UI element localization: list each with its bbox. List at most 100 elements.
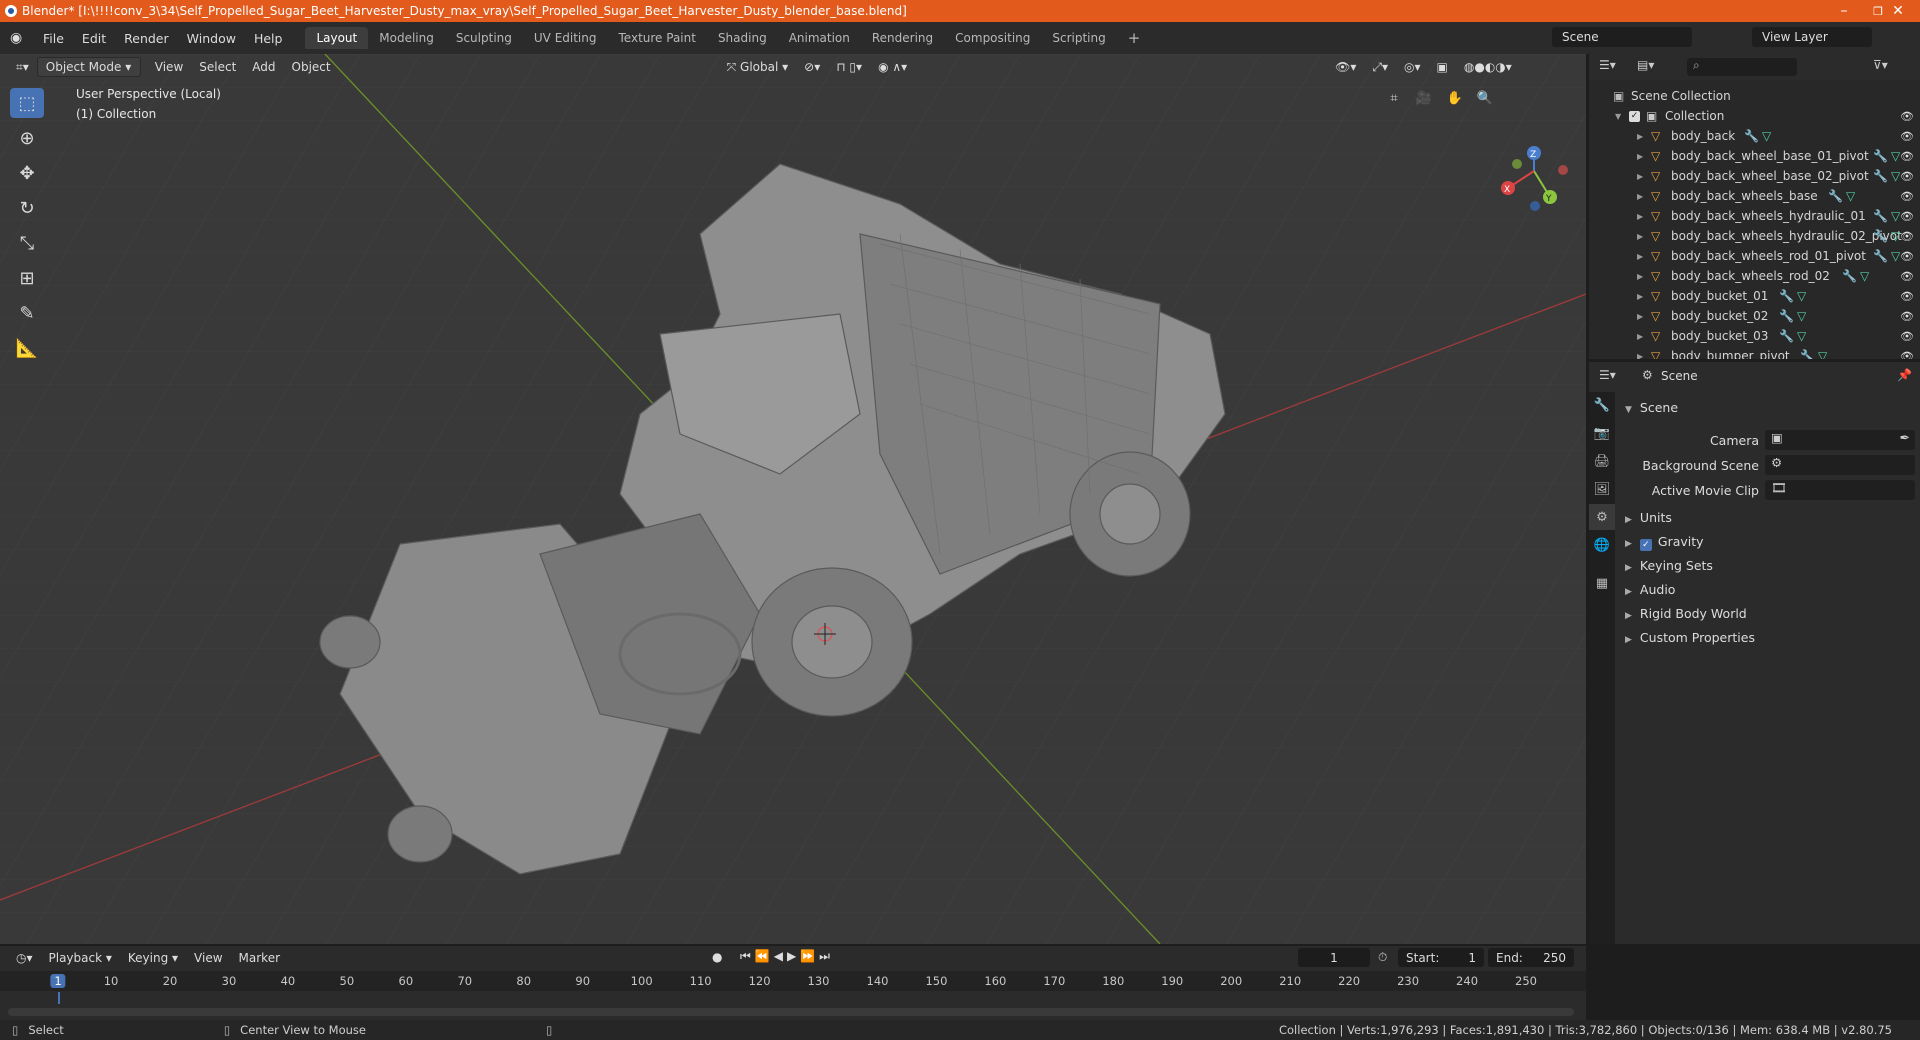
texture-tab-icon[interactable]: ▦ bbox=[1589, 570, 1615, 596]
modifier-icon[interactable]: 🔧 bbox=[1873, 209, 1888, 223]
mesh-data-icon[interactable]: ▽ bbox=[1891, 209, 1900, 223]
zoom-icon[interactable]: 🔍 bbox=[1473, 86, 1497, 110]
expand-arrow-icon[interactable]: ▶ bbox=[1637, 252, 1643, 261]
mesh-data-icon[interactable]: ▽ bbox=[1860, 269, 1869, 283]
expand-arrow-icon[interactable]: ▶ bbox=[1637, 192, 1643, 201]
timeline-scrollbar[interactable] bbox=[8, 1008, 1574, 1016]
output-tab-icon[interactable]: 🖨 bbox=[1589, 448, 1615, 474]
eye-icon[interactable]: 👁 bbox=[1900, 110, 1914, 123]
menu-marker[interactable]: Marker bbox=[231, 948, 288, 968]
gravity-checkbox[interactable]: ✓ bbox=[1639, 539, 1652, 551]
modifier-icon[interactable]: 🔧 bbox=[1779, 309, 1794, 323]
expand-arrow-icon[interactable]: ▶ bbox=[1637, 132, 1643, 141]
select-box-tool-icon[interactable]: ⬚ bbox=[10, 88, 44, 118]
expand-arrow-icon[interactable]: ▶ bbox=[1637, 332, 1643, 341]
eye-icon[interactable]: 👁 bbox=[1900, 130, 1914, 143]
mode-dropdown[interactable]: Object Mode ▾ bbox=[36, 57, 141, 77]
modifier-icon[interactable]: 🔧 bbox=[1873, 169, 1888, 183]
view-layer-selector[interactable]: View Layer bbox=[1752, 27, 1872, 47]
modifier-icon[interactable]: 🔧 bbox=[1842, 269, 1857, 283]
outliner-item[interactable]: ▶ ▽ body_back_wheels_hydraulic_02_pivot 🔧 ▽ 👁 bbox=[1589, 226, 1920, 246]
eye-icon[interactable]: 👁 bbox=[1900, 270, 1914, 283]
menu-add[interactable]: Add bbox=[244, 57, 283, 77]
menu-keying[interactable]: Keying ▾ bbox=[120, 948, 186, 968]
expand-arrow-icon[interactable]: ▶ bbox=[1637, 212, 1643, 221]
outliner-item[interactable]: ▶ ▽ body_back_wheels_rod_01_pivot 🔧 ▽ 👁 bbox=[1589, 246, 1920, 266]
expand-arrow-icon[interactable]: ▶ bbox=[1637, 232, 1643, 241]
grid-view-icon[interactable]: ⌗ bbox=[1382, 86, 1406, 110]
outliner-item[interactable]: ▶ ▽ body_bucket_03 🔧 ▽ 👁 bbox=[1589, 326, 1920, 346]
eye-icon[interactable]: 👁 bbox=[1900, 190, 1914, 203]
pivot-icon[interactable]: ⊘▾ bbox=[796, 57, 828, 77]
world-tab-icon[interactable]: 🌐 bbox=[1589, 532, 1615, 558]
modifier-icon[interactable]: 🔧 bbox=[1873, 249, 1888, 263]
scene-panel-header[interactable]: ▼ Scene bbox=[1625, 400, 1678, 415]
overlay-toggle-icon[interactable]: ◎▾ bbox=[1396, 57, 1429, 77]
expand-arrow-icon[interactable]: ▶ bbox=[1637, 292, 1643, 301]
tab-shading[interactable]: Shading bbox=[707, 27, 778, 49]
timeline-ruler[interactable]: 1 10 20 30 40 50 60 70 80 90 100 110 120 130 140 150 160… bbox=[0, 971, 1586, 991]
units-panel-header[interactable]: ▶ Units bbox=[1625, 510, 1672, 525]
expand-arrow-icon[interactable]: ▶ bbox=[1637, 272, 1643, 281]
timer-icon[interactable]: ⏱ bbox=[1378, 950, 1387, 965]
menu-timeline-view[interactable]: View bbox=[186, 948, 230, 968]
tab-layout[interactable]: Layout bbox=[305, 27, 369, 49]
eye-icon[interactable]: 👁 bbox=[1900, 230, 1914, 243]
mesh-data-icon[interactable]: ▽ bbox=[1818, 349, 1827, 359]
outliner-item[interactable]: ▶ ▽ body_back_wheels_rod_02 🔧 ▽ 👁 bbox=[1589, 266, 1920, 286]
start-frame-field[interactable]: Start: 1 bbox=[1398, 948, 1484, 967]
tab-sculpting[interactable]: Sculpting bbox=[445, 27, 523, 49]
eye-icon[interactable]: 👁 bbox=[1900, 170, 1914, 183]
outliner-item[interactable]: ▶ ▽ body_back_wheels_hydraulic_01 🔧 ▽ 👁 bbox=[1589, 206, 1920, 226]
menu-edit[interactable]: Edit bbox=[73, 31, 115, 46]
eyedropper-icon[interactable]: ✒ bbox=[1900, 430, 1910, 445]
eye-icon[interactable]: 👁 bbox=[1900, 290, 1914, 303]
eye-icon[interactable]: 👁 bbox=[1900, 250, 1914, 263]
custom-properties-panel-header[interactable]: ▶ Custom Properties bbox=[1625, 630, 1755, 645]
eye-icon[interactable]: 👁 bbox=[1900, 330, 1914, 343]
view-layer-tab-icon[interactable]: 🖼 bbox=[1589, 476, 1615, 502]
gravity-panel-header[interactable]: ▶ ✓ Gravity bbox=[1625, 534, 1704, 551]
scene-selector[interactable]: Scene bbox=[1552, 27, 1692, 47]
tab-rendering[interactable]: Rendering bbox=[861, 27, 944, 49]
modifier-icon[interactable]: 🔧 bbox=[1800, 349, 1815, 359]
visibility-icon[interactable]: 👁▾ bbox=[1327, 57, 1364, 77]
record-icon[interactable]: ● bbox=[712, 950, 722, 964]
camera-field[interactable]: ▣ ✒ bbox=[1765, 430, 1915, 450]
expand-arrow-icon[interactable]: ▶ bbox=[1637, 312, 1643, 321]
transform-tool-icon[interactable]: ⊞ bbox=[10, 263, 44, 293]
mesh-data-icon[interactable]: ▽ bbox=[1797, 309, 1806, 323]
move-tool-icon[interactable]: ✥ bbox=[10, 158, 44, 188]
collection-checkbox[interactable]: ✓ bbox=[1629, 110, 1640, 122]
close-button[interactable]: ✕ bbox=[1876, 0, 1920, 22]
menu-playback[interactable]: Playback ▾ bbox=[41, 948, 120, 968]
modifier-icon[interactable]: 🔧 bbox=[1828, 189, 1843, 203]
filter-icon[interactable]: ⊽▾ bbox=[1873, 58, 1888, 72]
orientation-dropdown[interactable]: ⤧ Global ▾ bbox=[719, 57, 797, 77]
eye-icon[interactable]: 👁 bbox=[1900, 210, 1914, 223]
tab-scripting[interactable]: Scripting bbox=[1041, 27, 1116, 49]
properties-editor-icon[interactable]: ☰▾ bbox=[1599, 368, 1616, 382]
current-frame-field[interactable]: 1 bbox=[1298, 948, 1370, 967]
modifier-icon[interactable]: 🔧 bbox=[1744, 129, 1759, 143]
timeline-track[interactable] bbox=[0, 992, 1586, 1020]
menu-window[interactable]: Window bbox=[178, 31, 245, 46]
3d-viewport[interactable]: Z Y X ⌗▾ Object Mode ▾ View Select Add O… bbox=[0, 54, 1586, 944]
tool-tab-icon[interactable]: 🔧 bbox=[1589, 392, 1615, 418]
menu-select[interactable]: Select bbox=[191, 57, 244, 77]
snap-icon[interactable]: ⊓ ▯▾ bbox=[828, 57, 870, 77]
eye-icon[interactable]: 👁 bbox=[1900, 150, 1914, 163]
menu-object[interactable]: Object bbox=[284, 57, 339, 77]
mesh-data-icon[interactable]: ▽ bbox=[1891, 229, 1900, 243]
outliner-collection[interactable]: ▼ ✓ ▣ Collection 👁 bbox=[1589, 106, 1920, 126]
playback-controls-icon[interactable]: ⏮⏪◀▶⏩⏭ bbox=[740, 949, 834, 964]
outliner-editor-icon[interactable]: ☰▾ bbox=[1599, 58, 1616, 72]
render-tab-icon[interactable]: 📷 bbox=[1589, 420, 1615, 446]
tab-uv-editing[interactable]: UV Editing bbox=[523, 27, 608, 49]
outliner-item[interactable]: ▶ ▽ body_back_wheel_base_02_pivot 🔧 ▽ 👁 bbox=[1589, 166, 1920, 186]
keying-sets-panel-header[interactable]: ▶ Keying Sets bbox=[1625, 558, 1713, 573]
shading-modes-icon[interactable]: ◍●◐◑▾ bbox=[1456, 57, 1520, 77]
mesh-data-icon[interactable]: ▽ bbox=[1846, 189, 1855, 203]
mesh-data-icon[interactable]: ▽ bbox=[1891, 149, 1900, 163]
mesh-data-icon[interactable]: ▽ bbox=[1891, 249, 1900, 263]
